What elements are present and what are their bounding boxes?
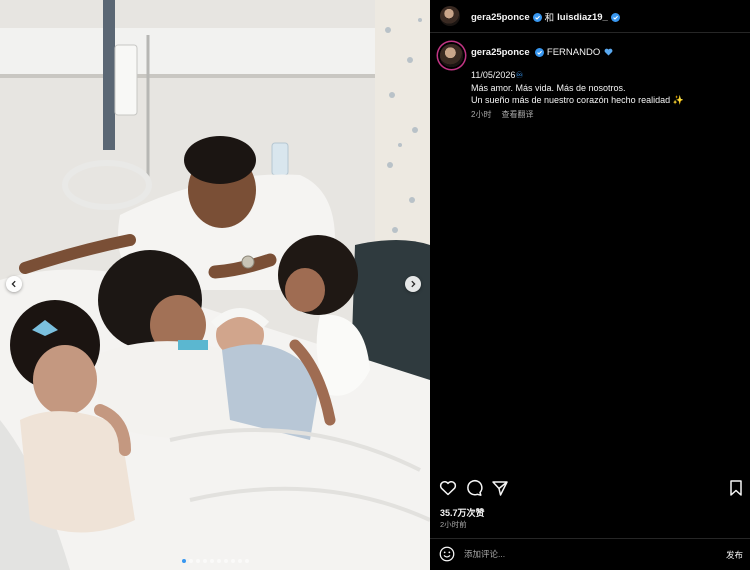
like-count[interactable]: 35.7万次赞 bbox=[440, 506, 485, 519]
caption-meta: 2小时 查看翻译 bbox=[471, 109, 533, 120]
post-details-panel: gera25ponce 和 luisdiaz19_ gera25ponce FE… bbox=[430, 0, 750, 570]
carousel-dot bbox=[209, 559, 214, 563]
bookmark-icon[interactable] bbox=[726, 478, 746, 498]
post-comment-button[interactable]: 发布 bbox=[726, 549, 743, 561]
post-header: gera25ponce 和 luisdiaz19_ bbox=[471, 10, 620, 24]
emoji-icon[interactable] bbox=[438, 545, 456, 563]
family-photo-illustration bbox=[0, 0, 430, 570]
header-connector: 和 bbox=[544, 13, 555, 24]
chevron-right-icon bbox=[411, 280, 416, 288]
comment-icon[interactable] bbox=[464, 478, 484, 498]
caption-header: gera25ponce FERNANDO bbox=[471, 47, 613, 58]
post-photo[interactable] bbox=[0, 0, 430, 570]
post-timestamp: 2小时前 bbox=[440, 520, 467, 529]
verified-icon bbox=[532, 12, 542, 22]
carousel-dot bbox=[188, 559, 193, 563]
infinity-icon: ♾ bbox=[515, 70, 524, 80]
avatar[interactable] bbox=[440, 44, 463, 67]
carousel-dot bbox=[202, 559, 207, 563]
previous-photo-button[interactable] bbox=[6, 276, 22, 292]
sparkle-icon: ✨ bbox=[672, 95, 684, 105]
caption-time: 2小时 bbox=[471, 110, 492, 119]
heart-icon[interactable] bbox=[438, 478, 458, 498]
caption-line-1: Más amor. Más vida. Más de nosotros. bbox=[471, 82, 626, 93]
carousel-dot bbox=[216, 559, 221, 563]
carousel-dot bbox=[223, 559, 228, 563]
verified-icon bbox=[535, 47, 545, 57]
comment-input[interactable] bbox=[464, 546, 704, 562]
caption-text: 11/05/2026♾ Más amor. Más vida. Más de n… bbox=[471, 69, 741, 107]
caption-name: FERNANDO bbox=[546, 47, 601, 58]
carousel-dot bbox=[230, 559, 235, 563]
see-translation-link[interactable]: 查看翻译 bbox=[501, 110, 533, 119]
header-username[interactable]: gera25ponce bbox=[471, 12, 530, 23]
header-collaborator[interactable]: luisdiaz19_ bbox=[557, 12, 608, 23]
caption-line-2: Un sueño más de nuestro corazón hecho re… bbox=[471, 95, 671, 105]
blue-heart-icon bbox=[604, 49, 613, 57]
divider bbox=[430, 32, 750, 33]
post-actions bbox=[430, 478, 750, 498]
verified-icon bbox=[610, 12, 620, 22]
next-photo-button[interactable] bbox=[405, 276, 421, 292]
carousel-dot bbox=[195, 559, 200, 563]
carousel-dots bbox=[0, 559, 430, 563]
caption-date: 11/05/2026 bbox=[471, 70, 516, 80]
carousel-dot bbox=[237, 559, 242, 563]
caption-username[interactable]: gera25ponce bbox=[471, 47, 530, 58]
chevron-left-icon bbox=[11, 280, 16, 288]
carousel-dot bbox=[244, 559, 249, 563]
share-icon[interactable] bbox=[490, 478, 510, 498]
divider bbox=[430, 538, 750, 539]
carousel-dot bbox=[181, 559, 186, 563]
avatar[interactable] bbox=[440, 6, 460, 26]
